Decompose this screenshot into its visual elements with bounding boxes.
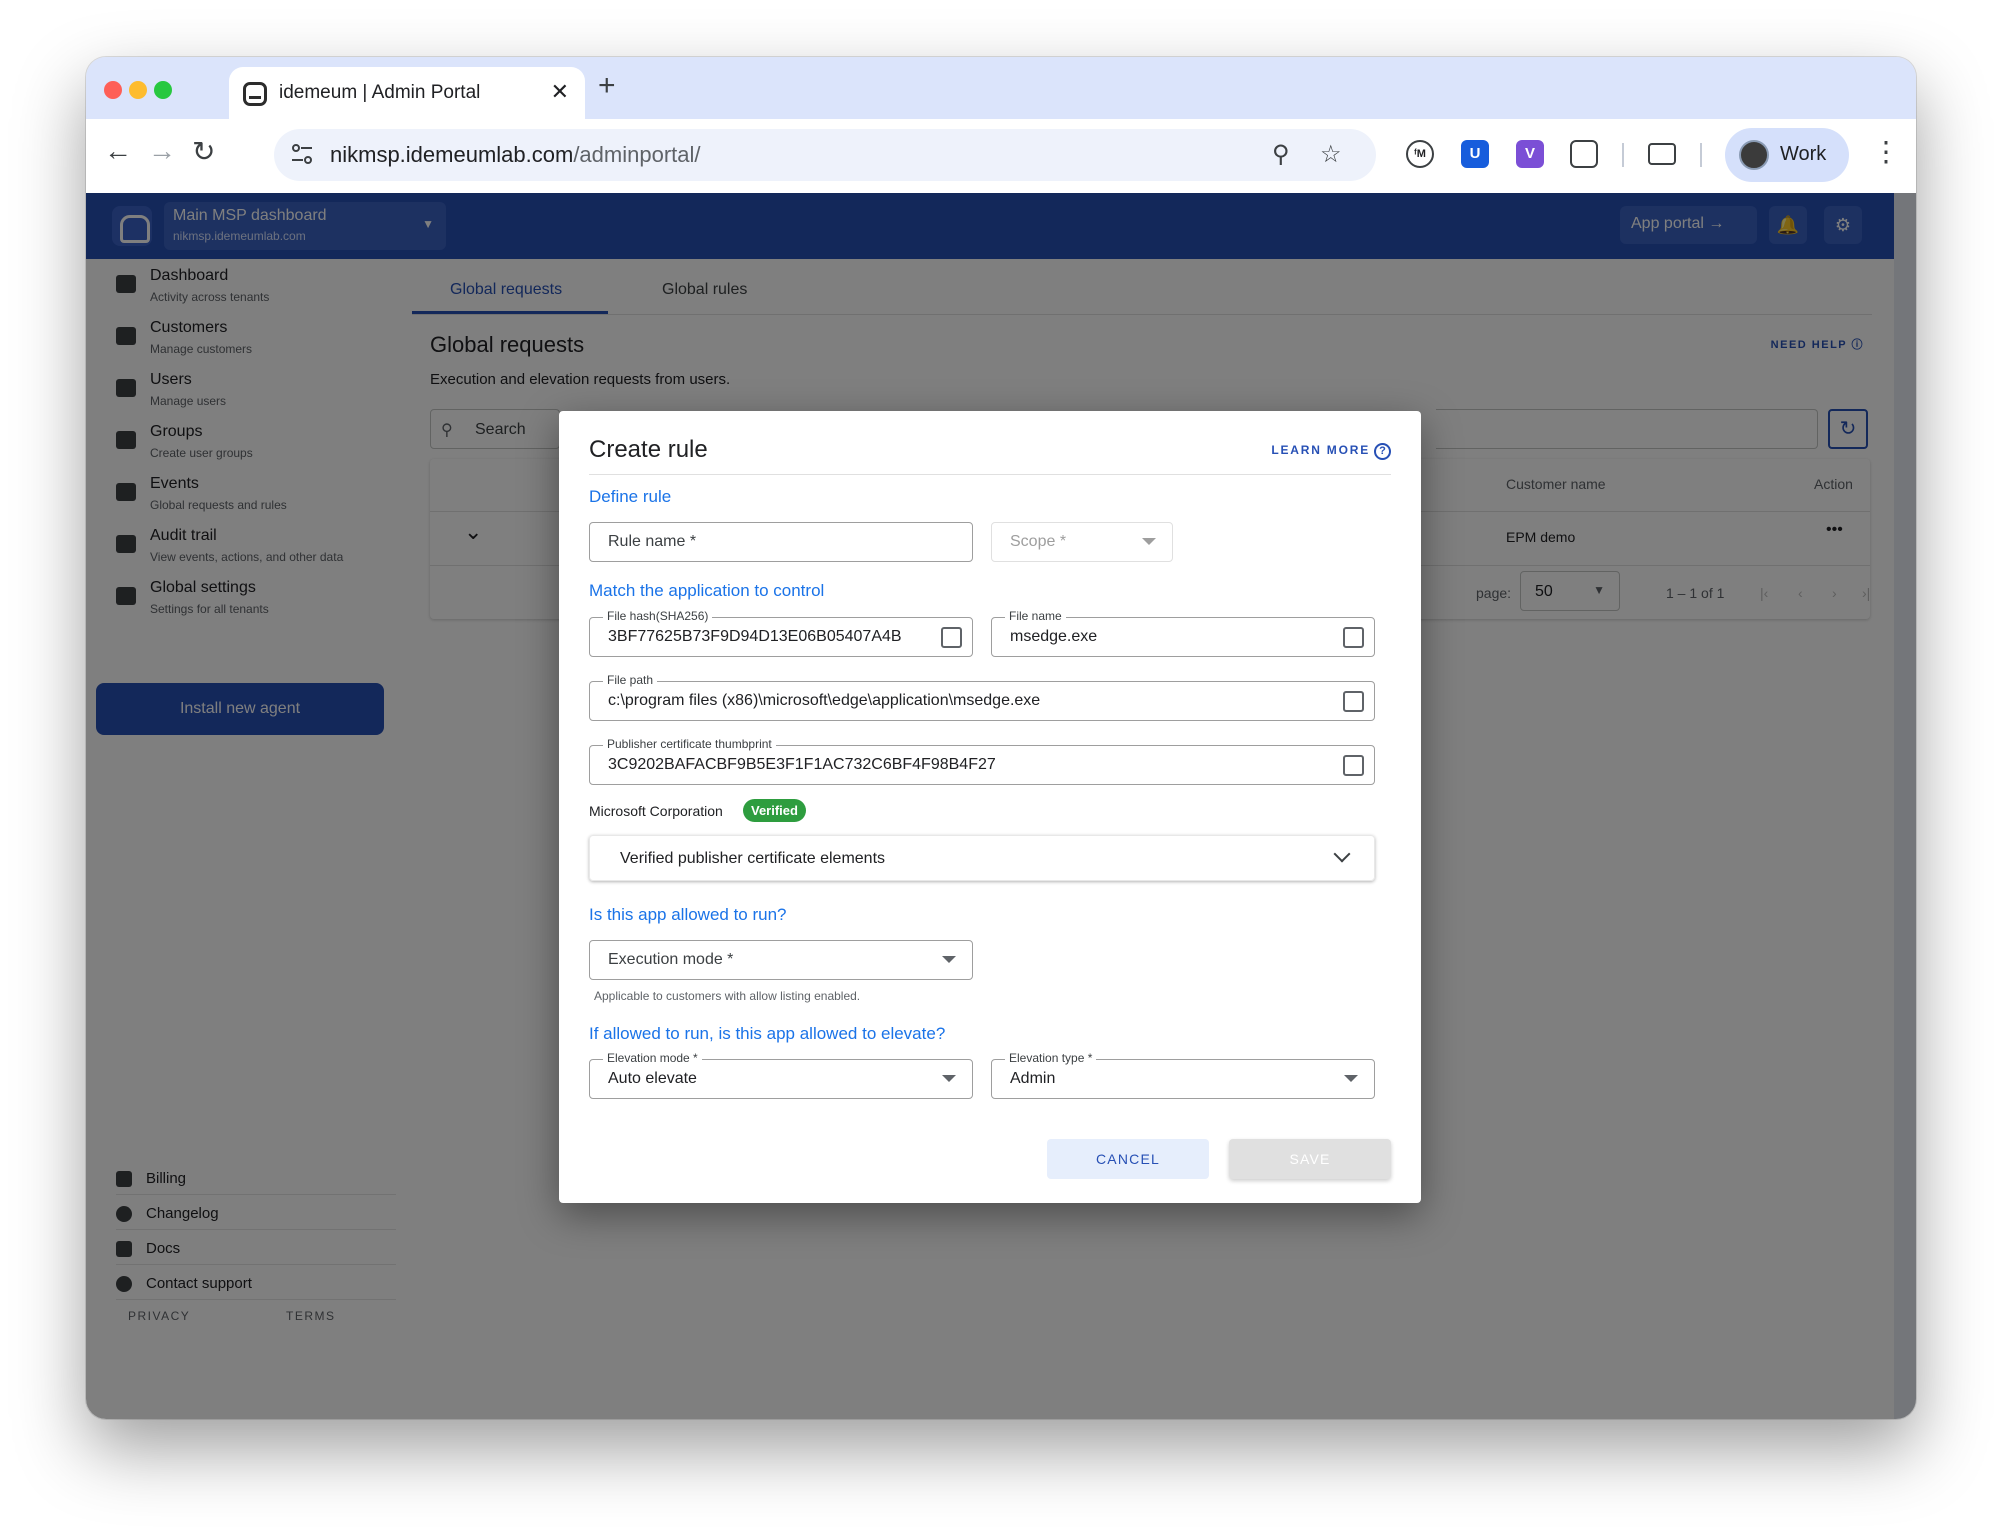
file-name-field[interactable]: File name msedge.exe xyxy=(991,609,1375,657)
tab-search-icon[interactable] xyxy=(1648,143,1676,165)
elevation-mode-value: Auto elevate xyxy=(608,1070,697,1087)
learn-more-link[interactable]: LEARN MORE? xyxy=(1271,443,1391,460)
elevation-type-select[interactable]: Elevation type * Admin xyxy=(991,1051,1375,1099)
close-window-button[interactable] xyxy=(104,81,122,99)
save-button[interactable]: SAVE xyxy=(1229,1139,1391,1179)
verified-badge: Verified xyxy=(743,799,806,822)
file-path-checkbox[interactable] xyxy=(1343,691,1364,712)
extension-v-icon[interactable]: V xyxy=(1516,140,1544,168)
toolbar-divider xyxy=(1622,143,1624,167)
file-path-label: File path xyxy=(603,673,658,687)
file-name-value: msedge.exe xyxy=(1010,628,1098,645)
file-name-checkbox[interactable] xyxy=(1343,627,1364,648)
extensions-puzzle-icon[interactable] xyxy=(1570,140,1598,168)
extension-rm-icon[interactable]: ᶠM xyxy=(1406,140,1434,168)
thumbprint-field[interactable]: Publisher certificate thumbprint 3C9202B… xyxy=(589,737,1375,785)
certificate-elements-label: Verified publisher certificate elements xyxy=(620,850,886,867)
browser-toolbar: ← → ↻ nikmsp.idemeumlab.com/adminportal/… xyxy=(86,119,1916,193)
certificate-elements-expander[interactable]: Verified publisher certificate elements xyxy=(589,835,1375,881)
forward-icon[interactable]: → xyxy=(148,135,176,167)
allowed-to-elevate-heading: If allowed to run, is this app allowed t… xyxy=(589,1024,946,1043)
elevation-mode-label: Elevation mode * xyxy=(603,1051,702,1065)
profile-label: Work xyxy=(1780,143,1827,165)
file-hash-value: 3BF77625B73F9D94D13E06B05407A4B xyxy=(608,628,902,645)
match-application-heading: Match the application to control xyxy=(589,581,825,600)
thumbprint-label: Publisher certificate thumbprint xyxy=(603,737,776,751)
close-tab-icon[interactable]: ✕ xyxy=(551,79,569,105)
execution-mode-hint: Applicable to customers with allow listi… xyxy=(594,989,861,1003)
thumbprint-checkbox[interactable] xyxy=(1343,755,1364,776)
dialog-title: Create rule xyxy=(589,436,708,463)
avatar xyxy=(1739,140,1769,170)
bitwarden-extension-icon[interactable]: U xyxy=(1461,140,1489,168)
reload-icon[interactable]: ↻ xyxy=(192,135,215,168)
chevron-down-icon xyxy=(1333,845,1351,863)
execution-mode-placeholder: Execution mode * xyxy=(608,951,734,968)
thumbprint-value: 3C9202BAFACBF9B5E3F1F1AC732C6BF4F98B4F27 xyxy=(608,756,996,773)
scope-placeholder: Scope * xyxy=(1010,533,1067,550)
file-path-field[interactable]: File path c:\program files (x86)\microso… xyxy=(589,673,1375,721)
help-circle-icon: ? xyxy=(1374,443,1391,460)
profile-button[interactable]: Work xyxy=(1725,128,1849,182)
idemeum-favicon-icon xyxy=(243,82,267,106)
publisher-name: Microsoft Corporation xyxy=(589,803,723,819)
cancel-button[interactable]: CANCEL xyxy=(1047,1139,1209,1179)
tab-strip: idemeum | Admin Portal ✕ + xyxy=(86,57,1916,121)
elevation-mode-select[interactable]: Elevation mode * Auto elevate xyxy=(589,1051,973,1099)
file-name-label: File name xyxy=(1005,609,1066,623)
file-hash-field[interactable]: File hash(SHA256) 3BF77625B73F9D94D13E06… xyxy=(589,609,973,657)
elevation-type-label: Elevation type * xyxy=(1005,1051,1097,1065)
allowed-to-run-heading: Is this app allowed to run? xyxy=(589,905,787,924)
back-icon[interactable]: ← xyxy=(104,135,132,167)
dropdown-arrow-icon xyxy=(942,1075,956,1082)
minimize-window-button[interactable] xyxy=(129,81,147,99)
define-rule-heading: Define rule xyxy=(589,487,672,506)
tab-title: idemeum | Admin Portal xyxy=(279,82,481,103)
file-path-value: c:\program files (x86)\microsoft\edge\ap… xyxy=(608,692,1041,709)
scope-select[interactable]: Scope * xyxy=(991,522,1173,562)
maximize-window-button[interactable] xyxy=(154,81,172,99)
file-hash-checkbox[interactable] xyxy=(941,627,962,648)
address-bar[interactable]: nikmsp.idemeumlab.com/adminportal/ ⚲ ☆ xyxy=(274,129,1376,181)
site-settings-icon[interactable] xyxy=(288,140,316,168)
elevation-type-value: Admin xyxy=(1010,1070,1056,1087)
new-tab-icon[interactable]: + xyxy=(598,69,616,103)
url-text: nikmsp.idemeumlab.com/adminportal/ xyxy=(330,142,701,167)
rule-name-placeholder: Rule name * xyxy=(608,533,697,550)
browser-menu-icon[interactable]: ⋮ xyxy=(1872,135,1900,168)
toolbar-divider xyxy=(1700,143,1702,167)
dropdown-arrow-icon xyxy=(1344,1075,1358,1082)
browser-tab[interactable]: idemeum | Admin Portal ✕ xyxy=(229,67,585,121)
dropdown-arrow-icon xyxy=(1142,538,1156,545)
zoom-icon[interactable]: ⚲ xyxy=(1272,140,1290,169)
bookmark-star-icon[interactable]: ☆ xyxy=(1320,140,1342,169)
execution-mode-select[interactable]: Execution mode * xyxy=(589,940,973,980)
rule-name-input[interactable]: Rule name * xyxy=(589,522,973,562)
file-hash-label: File hash(SHA256) xyxy=(603,609,713,623)
dialog-divider xyxy=(589,474,1391,475)
dropdown-arrow-icon xyxy=(942,956,956,963)
create-rule-dialog: Create rule LEARN MORE? Define rule Rule… xyxy=(559,411,1421,1203)
